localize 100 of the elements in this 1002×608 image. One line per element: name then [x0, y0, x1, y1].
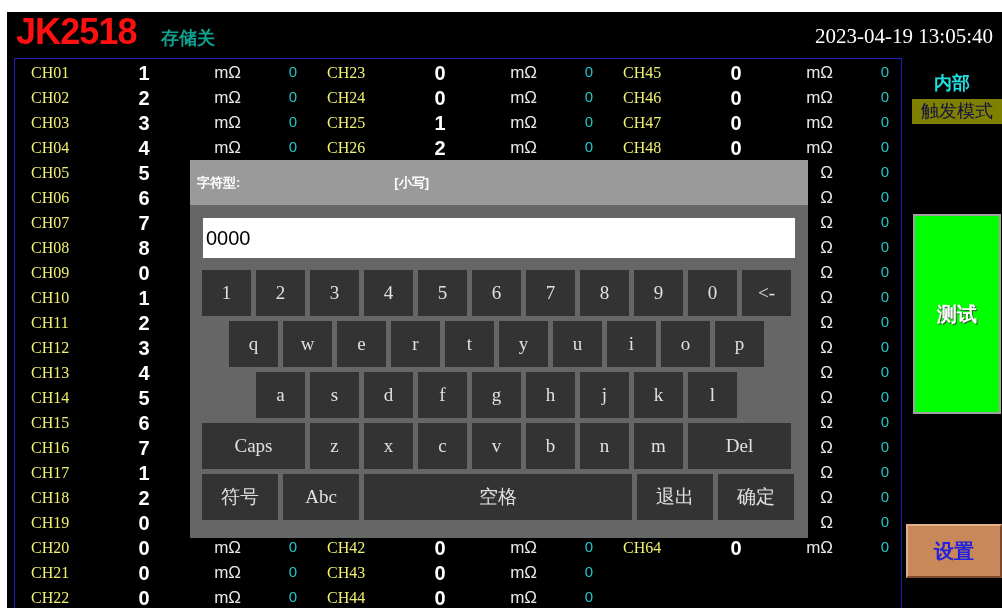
keyboard-key[interactable]: 退出	[637, 474, 713, 520]
keyboard-key[interactable]: 0	[688, 270, 737, 316]
channel-label: CH07	[31, 212, 70, 233]
unit-label: Ω	[820, 411, 833, 434]
channel-label: CH05	[31, 162, 70, 183]
channel-label: CH45	[623, 62, 662, 83]
keyboard-key[interactable]: z	[310, 423, 359, 469]
keyboard-key[interactable]: t	[445, 321, 494, 367]
keyboard-key[interactable]: w	[283, 321, 332, 367]
channel-label: CH42	[327, 537, 366, 558]
keyboard-key[interactable]: e	[337, 321, 386, 367]
channel-value: 2	[138, 312, 150, 333]
channel-value: 2	[138, 87, 150, 108]
channel-label: CH09	[31, 262, 70, 283]
keyboard-key[interactable]: l	[688, 372, 737, 418]
keyboard-key[interactable]: 确定	[718, 474, 794, 520]
keyboard-key[interactable]: 7	[526, 270, 575, 316]
status-value: 0	[880, 112, 890, 133]
keyboard-key[interactable]: 2	[256, 270, 305, 316]
status-value: 0	[880, 287, 890, 308]
keyboard-key[interactable]: o	[661, 321, 710, 367]
status-value: 0	[288, 587, 298, 608]
keyboard-key[interactable]: d	[364, 372, 413, 418]
keyboard-key[interactable]: 3	[310, 270, 359, 316]
keyboard-key[interactable]: c	[418, 423, 467, 469]
status-value: 0	[288, 562, 298, 583]
channel-label: CH64	[623, 537, 662, 558]
keyboard-key[interactable]: Del	[688, 423, 791, 469]
unit-label: mΩ	[214, 61, 241, 84]
unit-label: Ω	[820, 386, 833, 409]
keyboard-key[interactable]: g	[472, 372, 521, 418]
keyboard-key[interactable]: i	[607, 321, 656, 367]
channel-label: CH22	[31, 587, 70, 608]
keyboard-key[interactable]: q	[229, 321, 278, 367]
keyboard-key[interactable]: f	[418, 372, 467, 418]
keyboard-key[interactable]: 8	[580, 270, 629, 316]
input-field[interactable]: 0000	[203, 218, 795, 258]
keyboard-key[interactable]: Caps	[202, 423, 305, 469]
keyboard-key[interactable]: 1	[202, 270, 251, 316]
channel-value: 0	[434, 87, 446, 108]
keyboard-key[interactable]: 符号	[202, 474, 278, 520]
keyboard-key[interactable]: 5	[418, 270, 467, 316]
unit-label: mΩ	[214, 86, 241, 109]
status-value: 0	[880, 487, 890, 508]
unit-label: mΩ	[806, 536, 833, 559]
channel-value: 0	[434, 62, 446, 83]
channel-value: 0	[138, 512, 150, 533]
unit-label: mΩ	[214, 586, 241, 608]
keyboard-key[interactable]: Abc	[283, 474, 359, 520]
keyboard-key[interactable]: p	[715, 321, 764, 367]
channel-label: CH13	[31, 362, 70, 383]
channel-value: 7	[138, 437, 150, 458]
keyboard-key[interactable]: m	[634, 423, 683, 469]
channel-value: 0	[730, 137, 742, 158]
keyboard-key[interactable]: b	[526, 423, 575, 469]
keyboard-key[interactable]: j	[580, 372, 629, 418]
unit-label: mΩ	[806, 136, 833, 159]
channel-value: 5	[138, 387, 150, 408]
channel-value: 2	[138, 487, 150, 508]
storage-status: 存储关	[160, 27, 215, 50]
channel-label: CH21	[31, 562, 70, 583]
keyboard-key[interactable]: u	[553, 321, 602, 367]
unit-label: mΩ	[214, 561, 241, 584]
channel-label: CH26	[327, 137, 366, 158]
channel-label: CH06	[31, 187, 70, 208]
channel-label: CH03	[31, 112, 70, 133]
status-value: 0	[880, 62, 890, 83]
keyboard-key[interactable]: 6	[472, 270, 521, 316]
keyboard-key[interactable]: 空格	[364, 474, 632, 520]
channel-label: CH24	[327, 87, 366, 108]
keyboard-key[interactable]: <-	[742, 270, 791, 316]
trigger-mode-label: 触发模式	[912, 99, 1002, 124]
channel-label: CH15	[31, 412, 70, 433]
channel-label: CH08	[31, 237, 70, 258]
channel-value: 6	[138, 187, 150, 208]
keyboard-key[interactable]: 9	[634, 270, 683, 316]
keyboard-key[interactable]: x	[364, 423, 413, 469]
unit-label: Ω	[820, 311, 833, 334]
keyboard-key[interactable]: a	[256, 372, 305, 418]
keyboard-key[interactable]: y	[499, 321, 548, 367]
keyboard-key[interactable]: h	[526, 372, 575, 418]
keyboard-key[interactable]: 4	[364, 270, 413, 316]
channel-value: 5	[138, 162, 150, 183]
channel-label: CH20	[31, 537, 70, 558]
keyboard-key[interactable]: r	[391, 321, 440, 367]
source-label: 内部	[934, 72, 970, 95]
channel-value: 1	[138, 287, 150, 308]
keyboard-key[interactable]: v	[472, 423, 521, 469]
keyboard-key[interactable]: k	[634, 372, 683, 418]
channel-value: 0	[434, 537, 446, 558]
status-value: 0	[880, 312, 890, 333]
status-value: 0	[880, 512, 890, 533]
channel-value: 0	[138, 537, 150, 558]
status-value: 0	[880, 412, 890, 433]
status-value: 0	[880, 337, 890, 358]
channel-value: 3	[138, 112, 150, 133]
keyboard-key[interactable]: s	[310, 372, 359, 418]
keyboard-key[interactable]: n	[580, 423, 629, 469]
date-time: 2023-04-19 13:05:40	[815, 22, 993, 50]
channel-value: 1	[138, 462, 150, 483]
